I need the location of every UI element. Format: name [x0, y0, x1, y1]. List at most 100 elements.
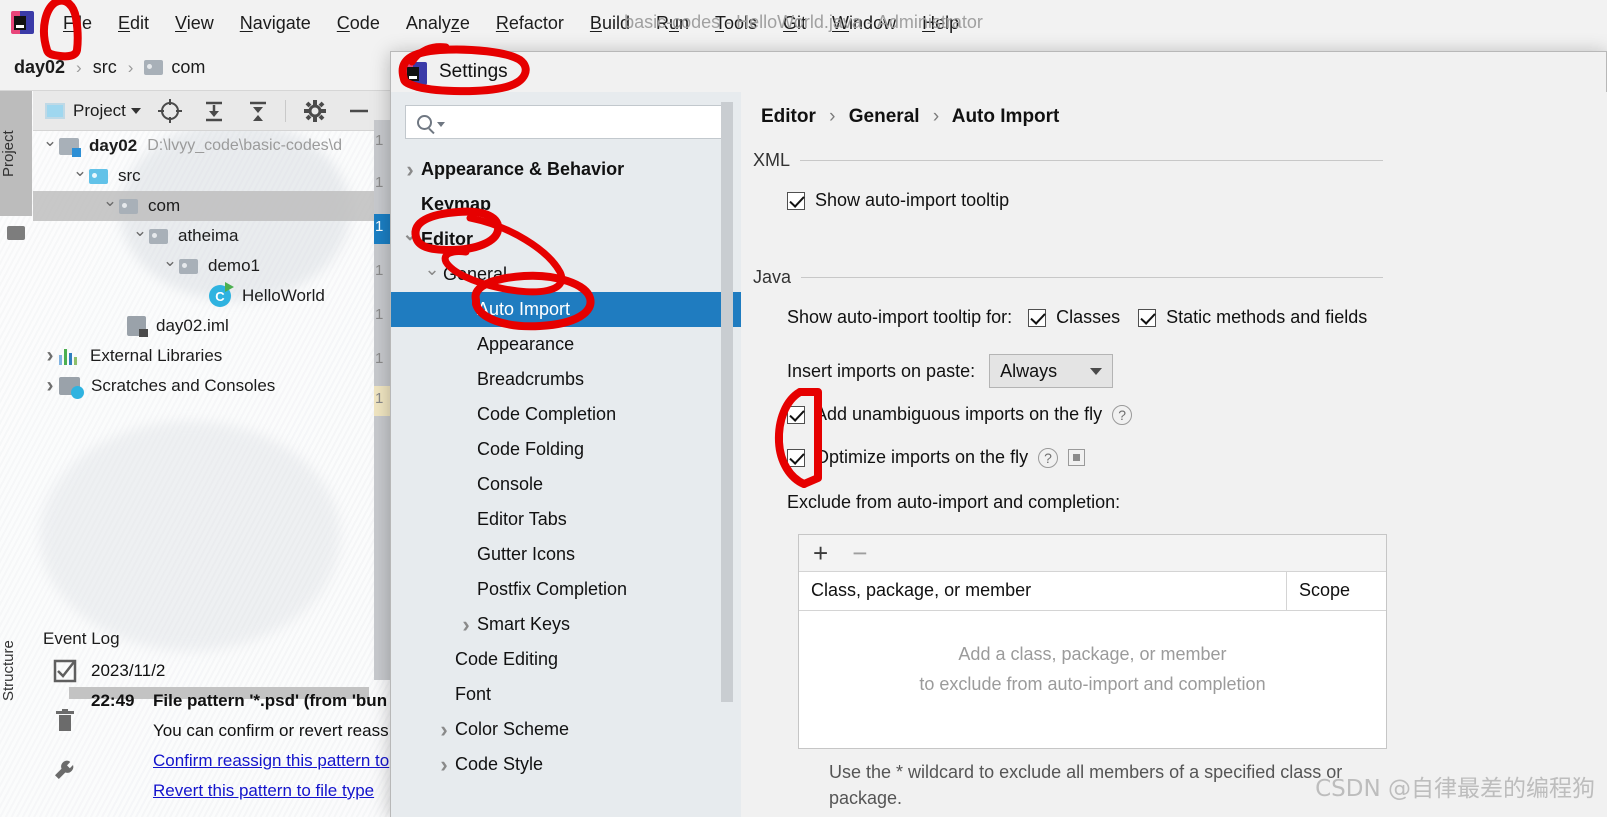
breadcrumb-item-src[interactable]: src — [93, 57, 117, 78]
checkbox-icon[interactable] — [1138, 308, 1157, 327]
checkbox-icon[interactable] — [787, 448, 805, 467]
checkbox-add-unambiguous-imports[interactable]: Add unambiguous imports on the fly ? — [787, 404, 1133, 425]
chevron-right-icon[interactable] — [399, 157, 421, 183]
insert-imports-dropdown[interactable]: Always — [989, 354, 1114, 388]
settings-nav-panel: Appearance & Behavior Keymap Editor Gene… — [391, 92, 741, 817]
exclusion-table-header: Class, package, or member Scope — [799, 572, 1386, 611]
project-panel-title: Project — [73, 100, 126, 120]
tooltip-for-label: Show auto-import tooltip for: — [787, 307, 1013, 327]
settings-nav-item-gutter-icons[interactable]: Gutter Icons — [391, 537, 741, 572]
settings-nav-item-appearance-behavior[interactable]: Appearance & Behavior — [391, 152, 741, 187]
gear-icon[interactable] — [300, 96, 330, 126]
tree-node-path: D:\lvyy_code\basic-codes\d — [147, 137, 342, 154]
settings-nav-item-smart-keys[interactable]: Smart Keys — [391, 607, 741, 642]
trash-icon[interactable] — [51, 708, 79, 736]
menu-item-refactor[interactable]: Refactor — [483, 9, 577, 37]
chevron-right-icon[interactable] — [455, 612, 477, 638]
settings-nav-item-postfix-completion[interactable]: Postfix Completion — [391, 572, 741, 607]
add-button[interactable]: + — [813, 540, 828, 566]
tree-node-day02[interactable]: day02 D:\lvyy_code\basic-codes\d — [33, 131, 390, 161]
menu-item-file[interactable]: File — [50, 9, 105, 37]
settings-nav-scrollbar[interactable] — [721, 102, 733, 702]
tree-node-demo1[interactable]: demo1 — [33, 251, 390, 281]
tree-node-label: src — [118, 166, 141, 185]
event-log-link-confirm[interactable]: Confirm reassign this pattern to — [153, 751, 389, 770]
project-tree[interactable]: day02 D:\lvyy_code\basic-codes\d src com… — [33, 131, 390, 618]
chevron-right-icon[interactable] — [433, 717, 455, 743]
chevron-right-icon[interactable] — [433, 752, 455, 778]
checkbox-icon[interactable] — [787, 191, 805, 210]
settings-nav-tree[interactable]: Appearance & Behavior Keymap Editor Gene… — [391, 152, 741, 817]
settings-search-input[interactable] — [405, 105, 727, 139]
event-log-entry: Revert this pattern to file type — [91, 776, 390, 806]
settings-nav-item-code-folding[interactable]: Code Folding — [391, 432, 741, 467]
section-header-xml: XML — [753, 150, 1383, 171]
settings-nav-item-keymap[interactable]: Keymap — [391, 187, 741, 222]
hide-panel-icon[interactable] — [344, 96, 374, 126]
tool-button-structure[interactable]: Structure — [0, 601, 32, 741]
chevron-down-icon[interactable] — [41, 136, 59, 156]
menu-item-analyze[interactable]: Analyze — [393, 9, 483, 37]
chevron-down-icon[interactable] — [421, 264, 443, 285]
intellij-idea-logo-icon — [10, 10, 36, 36]
tree-node-src[interactable]: src — [33, 161, 390, 191]
breadcrumb-item-com[interactable]: com — [144, 57, 205, 78]
chevron-down-icon[interactable] — [71, 166, 89, 186]
settings-nav-item-code-completion[interactable]: Code Completion — [391, 397, 741, 432]
settings-nav-item-code-editing[interactable]: Code Editing — [391, 642, 741, 677]
tree-node-helloworld[interactable]: C HelloWorld — [33, 281, 390, 311]
settings-nav-item-breadcrumbs[interactable]: Breadcrumbs — [391, 362, 741, 397]
tree-node-label: Scratches and Consoles — [91, 376, 276, 395]
settings-nav-item-general[interactable]: General — [391, 257, 741, 292]
event-log-message: File pattern '*.psd' (from 'bun — [153, 691, 388, 710]
event-log-message: You can confirm or revert reass — [153, 721, 389, 740]
chevron-down-icon[interactable] — [101, 196, 119, 216]
expand-all-icon[interactable] — [199, 96, 229, 126]
chevron-down-icon[interactable] — [131, 226, 149, 246]
settings-wrench-icon[interactable] — [51, 758, 79, 786]
tree-node-external-libraries[interactable]: External Libraries — [33, 341, 390, 371]
menu-item-navigate[interactable]: Navigate — [227, 9, 324, 37]
menu-item-code[interactable]: Code — [324, 9, 393, 37]
checkbox-show-auto-import-tooltip-xml[interactable]: Show auto-import tooltip — [787, 190, 1009, 211]
settings-nav-item-auto-import[interactable]: Auto Import — [391, 292, 741, 327]
settings-nav-item-color-scheme[interactable]: Color Scheme — [391, 712, 741, 747]
chevron-right-icon[interactable] — [41, 374, 59, 398]
settings-nav-item-code-style[interactable]: Code Style — [391, 747, 741, 782]
settings-nav-item-editor[interactable]: Editor — [391, 222, 741, 257]
project-view-selector[interactable]: Project — [45, 101, 141, 121]
settings-nav-item-editor-tabs[interactable]: Editor Tabs — [391, 502, 741, 537]
chevron-down-icon[interactable] — [399, 229, 421, 250]
checkbox-optimize-imports[interactable]: Optimize imports on the fly ? — [787, 447, 1086, 468]
tree-node-scratches-and-consoles[interactable]: Scratches and Consoles — [33, 371, 390, 401]
settings-nav-label: Breadcrumbs — [477, 369, 585, 389]
tree-node-day02-iml[interactable]: day02.iml — [33, 311, 390, 341]
chevron-down-icon[interactable] — [161, 256, 179, 276]
menu-item-edit[interactable]: Edit — [105, 9, 162, 37]
checkbox-label-static-methods: Static methods and fields — [1166, 307, 1368, 327]
tool-button-project[interactable]: Project — [0, 91, 32, 216]
tree-node-com[interactable]: com — [33, 191, 390, 221]
empty-line-2: to exclude from auto-import and completi… — [919, 674, 1266, 694]
menu-item-view[interactable]: View — [162, 9, 227, 37]
collapse-all-icon[interactable] — [243, 96, 273, 126]
configure-box-icon[interactable] — [1068, 449, 1086, 466]
iml-file-icon — [127, 316, 148, 337]
breadcrumb-item-day02[interactable]: day02 — [14, 57, 65, 78]
mark-read-icon[interactable] — [51, 658, 79, 686]
breadcrumb-separator: › — [127, 57, 134, 77]
event-log-time: 22:49 — [91, 691, 135, 710]
locate-target-icon[interactable] — [155, 96, 185, 126]
checkbox-icon[interactable] — [787, 405, 805, 424]
help-icon[interactable]: ? — [1112, 404, 1133, 425]
settings-nav-item-appearance[interactable]: Appearance — [391, 327, 741, 362]
package-folder-icon — [149, 228, 168, 244]
event-log-link-revert[interactable]: Revert this pattern to file type — [153, 781, 374, 800]
settings-nav-item-font[interactable]: Font — [391, 677, 741, 712]
settings-nav-item-console[interactable]: Console — [391, 467, 741, 502]
checkbox-icon[interactable] — [1028, 308, 1047, 327]
chevron-right-icon[interactable] — [41, 344, 59, 368]
tree-node-atheima[interactable]: atheima — [33, 221, 390, 251]
remove-button[interactable]: − — [852, 540, 867, 566]
help-icon[interactable]: ? — [1038, 447, 1059, 468]
